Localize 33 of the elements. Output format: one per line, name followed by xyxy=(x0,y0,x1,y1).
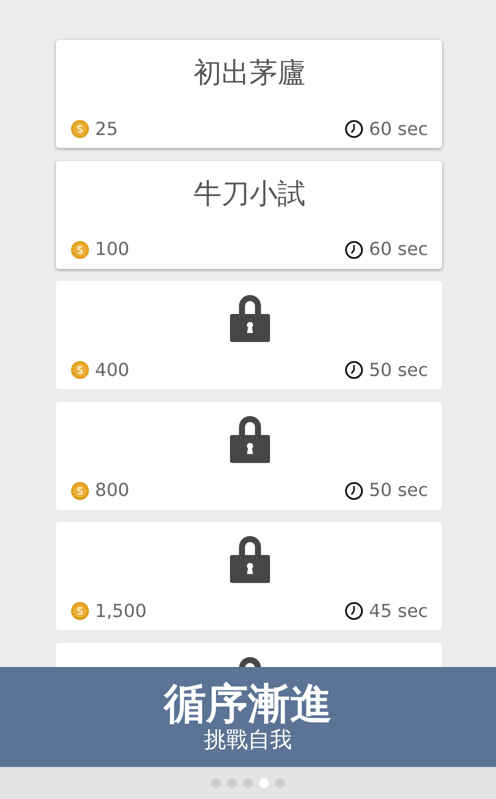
time-limit: 45 sec xyxy=(369,600,428,622)
level-card[interactable]: 初出茅廬 25 60 sec xyxy=(56,40,442,148)
coin-icon xyxy=(71,120,89,138)
level-title: 牛刀小試 xyxy=(194,176,306,212)
clock-icon xyxy=(345,240,364,258)
coin-cost: 25 xyxy=(95,118,118,140)
clock-icon xyxy=(345,602,364,620)
level-card[interactable]: 800 50 sec xyxy=(56,402,442,510)
coin-icon xyxy=(71,240,89,258)
clock-icon xyxy=(345,361,364,379)
coin-cost: 800 xyxy=(95,480,130,501)
banner-subtitle: 挑戰自我 xyxy=(204,728,292,754)
lock-icon xyxy=(230,533,270,583)
lock-icon xyxy=(230,292,270,342)
level-card[interactable] xyxy=(56,642,442,667)
clock-icon xyxy=(345,120,364,138)
coin-icon xyxy=(71,602,89,620)
time-limit: 60 sec xyxy=(369,239,428,260)
clock-icon xyxy=(345,482,364,500)
time-limit: 50 sec xyxy=(369,480,428,501)
level-card[interactable]: 400 50 sec xyxy=(56,281,442,389)
time-limit: 60 sec xyxy=(369,118,428,140)
coin-icon xyxy=(71,482,89,500)
page-dot[interactable] xyxy=(259,778,269,788)
coin-cost: 1,500 xyxy=(95,600,147,622)
level-card[interactable]: 1,500 45 sec xyxy=(56,522,442,630)
coin-cost: 100 xyxy=(95,239,130,260)
coin-cost: 400 xyxy=(95,360,130,380)
level-card[interactable]: 牛刀小試 100 60 sec xyxy=(56,160,442,268)
coin-icon xyxy=(71,361,89,379)
level-title: 初出茅廬 xyxy=(194,55,306,91)
time-limit: 50 sec xyxy=(369,360,428,380)
banner-title: 循序漸進 xyxy=(164,680,332,728)
